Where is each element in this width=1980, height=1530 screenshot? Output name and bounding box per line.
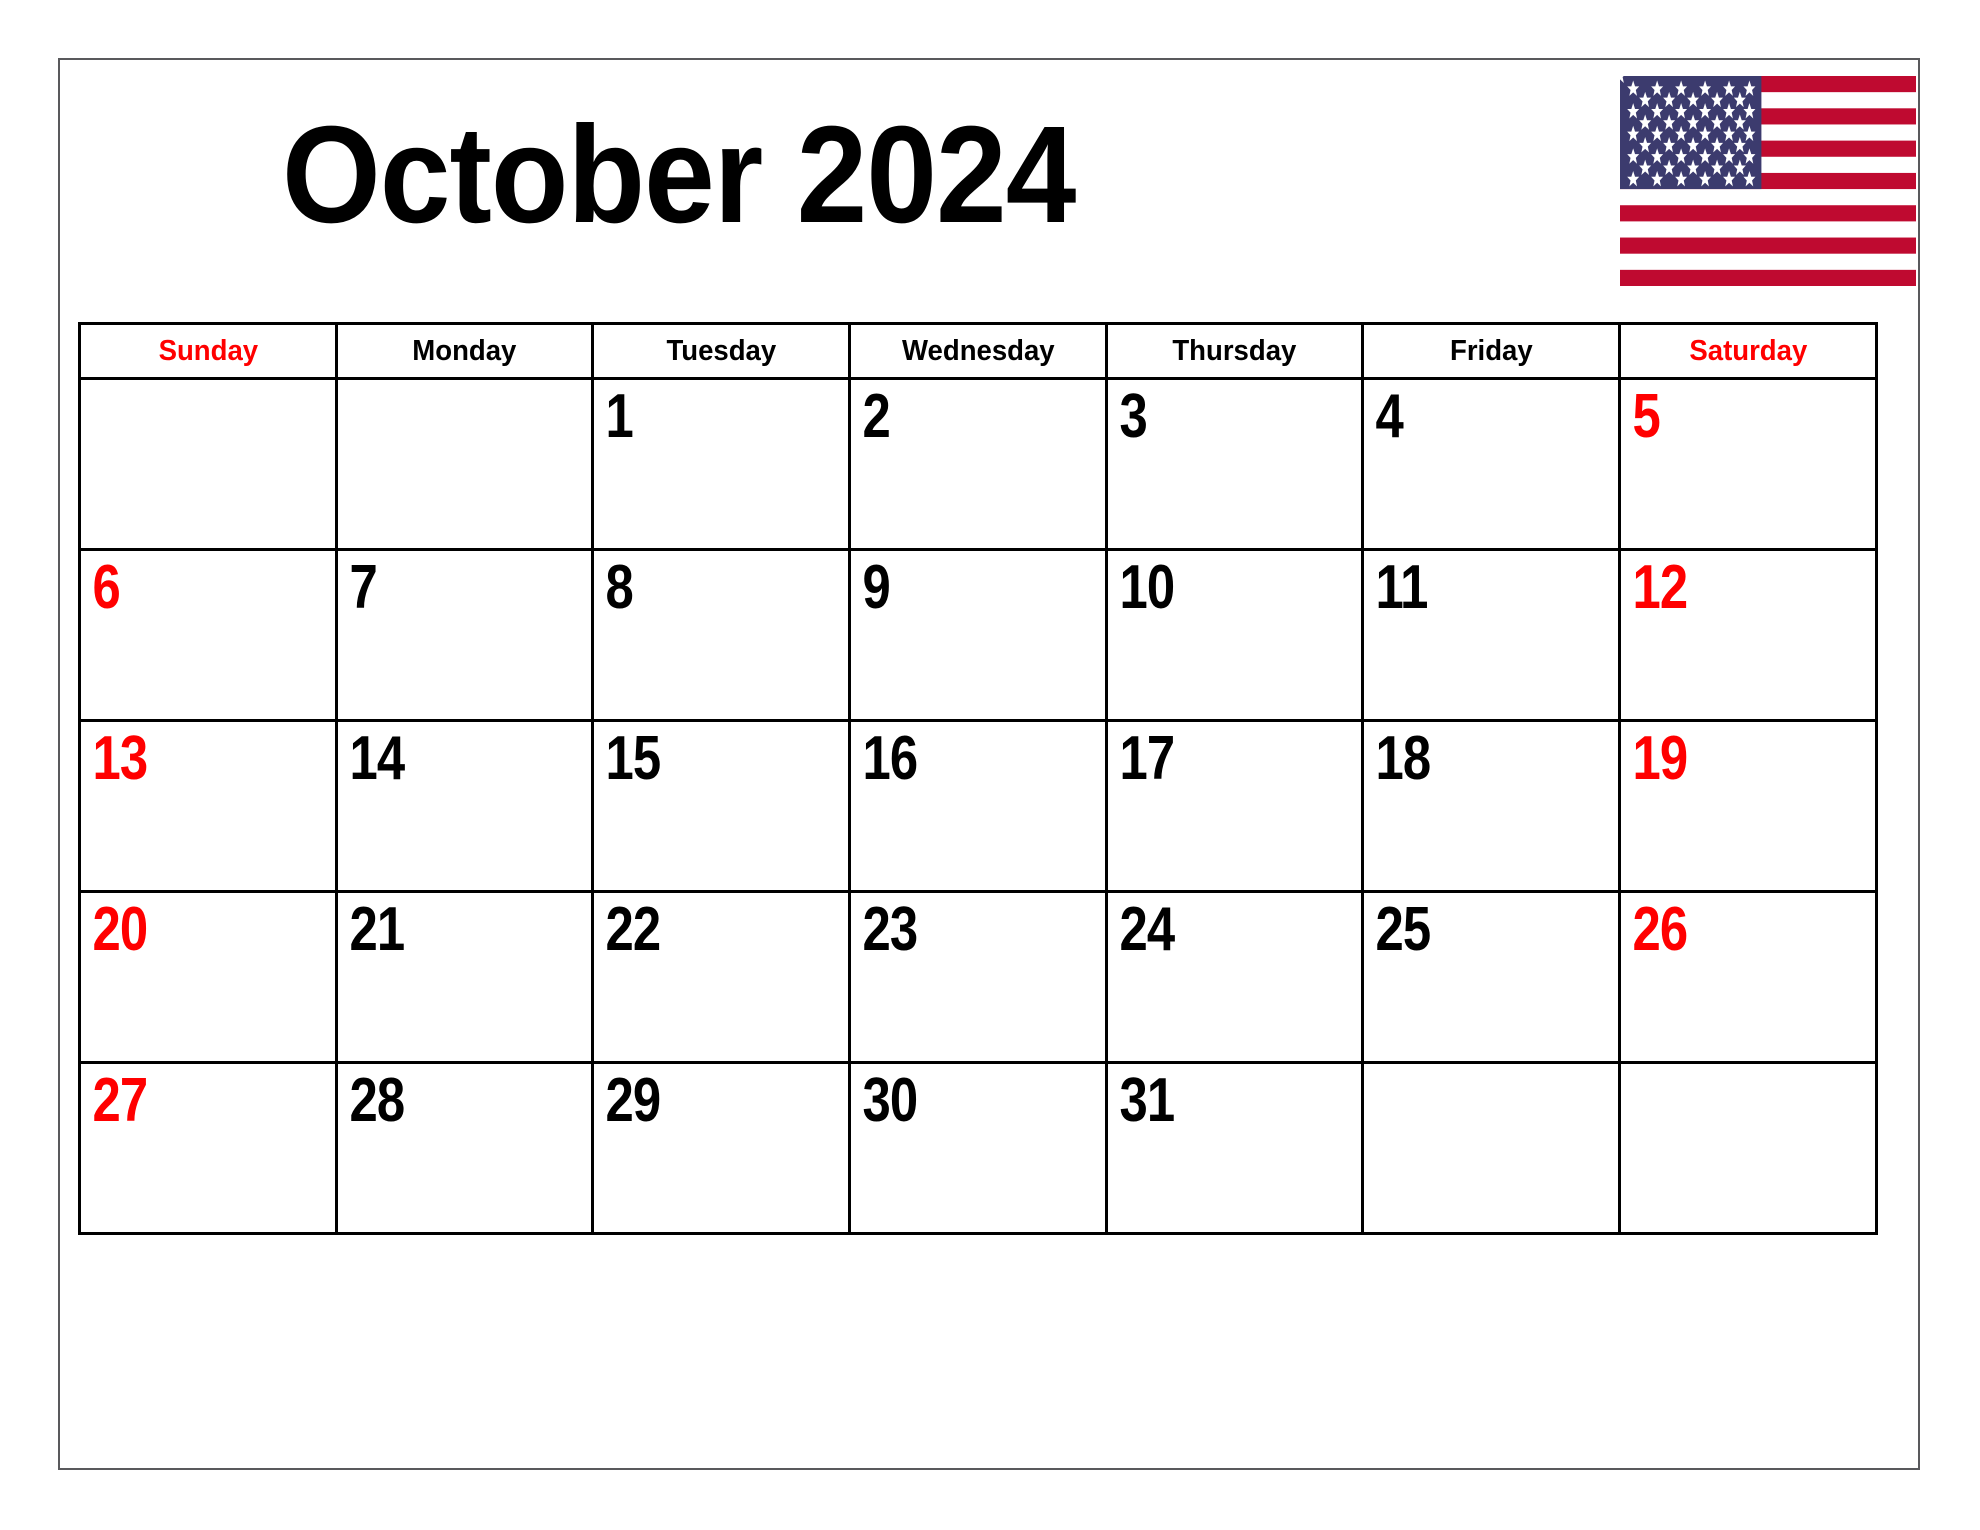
day-number: 11 xyxy=(1375,553,1429,622)
day-number xyxy=(81,380,289,388)
calendar-empty-cell[interactable] xyxy=(334,377,595,551)
calendar-day-cell[interactable]: 27 xyxy=(78,1061,338,1235)
calendar-header-band: October 2024 xyxy=(60,60,1918,308)
calendar-weeks: 1 2 3 4 5 6 7 8 9 10 11 12 13 14 15 16 17 18 19 20 21 22 23 24 2… xyxy=(78,377,1878,1235)
calendar-week-row: 6 7 8 9 10 11 12 xyxy=(78,548,1878,722)
day-number: 16 xyxy=(862,724,919,793)
weekday-header-monday: Monday xyxy=(341,322,588,380)
calendar-day-cell[interactable]: 9 xyxy=(848,548,1108,722)
calendar-day-cell[interactable]: 17 xyxy=(1104,719,1365,893)
calendar-week-row: 13 14 15 16 17 18 19 xyxy=(78,719,1878,893)
day-number: 3 xyxy=(1119,382,1147,451)
day-number: 30 xyxy=(862,1066,919,1135)
calendar-day-cell[interactable]: 10 xyxy=(1104,548,1365,722)
calendar-day-cell[interactable]: 3 xyxy=(1104,377,1365,551)
day-number: 25 xyxy=(1375,895,1432,964)
day-number: 6 xyxy=(92,553,120,622)
day-number: 31 xyxy=(1119,1066,1175,1135)
calendar-day-cell[interactable]: 22 xyxy=(591,890,852,1064)
calendar-day-cell[interactable]: 12 xyxy=(1618,548,1878,722)
day-number: 27 xyxy=(92,1066,148,1135)
day-number: 14 xyxy=(349,724,405,793)
calendar-week-row: 27 28 29 30 31 xyxy=(78,1061,1878,1235)
weekday-header-friday: Friday xyxy=(1367,322,1615,380)
calendar-day-cell[interactable]: 24 xyxy=(1104,890,1365,1064)
united-states-flag-icon xyxy=(1620,76,1916,286)
calendar-day-cell[interactable]: 30 xyxy=(848,1061,1108,1235)
calendar-weekday-header-row: Sunday Monday Tuesday Wednesday Thursday Frid… xyxy=(80,322,1877,380)
calendar-empty-cell[interactable] xyxy=(78,377,338,551)
day-number: 17 xyxy=(1119,724,1175,793)
day-number: 7 xyxy=(349,553,377,622)
calendar-day-cell[interactable]: 20 xyxy=(78,890,338,1064)
calendar-day-cell[interactable]: 18 xyxy=(1361,719,1622,893)
calendar-day-cell[interactable]: 6 xyxy=(78,548,338,722)
calendar-day-cell[interactable]: 21 xyxy=(334,890,595,1064)
day-number: 2 xyxy=(862,382,891,451)
weekday-header-wednesday: Wednesday xyxy=(854,322,1102,380)
calendar-day-cell[interactable]: 31 xyxy=(1104,1061,1365,1235)
day-number: 29 xyxy=(605,1066,662,1135)
day-number: 1 xyxy=(605,382,634,451)
day-number: 10 xyxy=(1119,553,1175,622)
day-number: 15 xyxy=(605,724,662,793)
calendar-day-cell[interactable]: 4 xyxy=(1361,377,1622,551)
calendar-week-row: 1 2 3 4 5 xyxy=(78,377,1878,551)
calendar-day-cell[interactable]: 5 xyxy=(1618,377,1878,551)
calendar-day-cell[interactable]: 19 xyxy=(1618,719,1878,893)
day-number: 13 xyxy=(92,724,148,793)
calendar-day-cell[interactable]: 26 xyxy=(1618,890,1878,1064)
day-number: 18 xyxy=(1375,724,1432,793)
calendar-day-cell[interactable]: 25 xyxy=(1361,890,1622,1064)
day-number: 28 xyxy=(349,1066,405,1135)
day-number: 8 xyxy=(605,553,634,622)
calendar-day-cell[interactable]: 1 xyxy=(591,377,852,551)
calendar-day-cell[interactable]: 13 xyxy=(78,719,338,893)
day-number: 19 xyxy=(1632,724,1689,793)
day-number: 9 xyxy=(862,553,891,622)
calendar-day-cell[interactable]: 2 xyxy=(848,377,1108,551)
calendar-empty-cell[interactable] xyxy=(1618,1061,1878,1235)
calendar-day-cell[interactable]: 7 xyxy=(334,548,595,722)
calendar-day-cell[interactable]: 15 xyxy=(591,719,852,893)
day-number: 26 xyxy=(1632,895,1689,964)
day-number: 21 xyxy=(349,895,405,964)
day-number xyxy=(338,380,546,388)
day-number: 5 xyxy=(1632,382,1661,451)
calendar-day-cell[interactable]: 8 xyxy=(591,548,852,722)
calendar-empty-cell[interactable] xyxy=(1361,1061,1622,1235)
weekday-header-sunday: Sunday xyxy=(84,322,332,380)
calendar-day-cell[interactable]: 29 xyxy=(591,1061,852,1235)
calendar-grid: Sunday Monday Tuesday Wednesday Thursday Frid… xyxy=(78,322,1878,1235)
day-number xyxy=(1364,1064,1572,1072)
weekday-header-tuesday: Tuesday xyxy=(597,322,845,380)
day-number xyxy=(1621,1064,1829,1072)
day-number: 22 xyxy=(605,895,662,964)
day-number: 12 xyxy=(1632,553,1689,622)
calendar-page: October 2024 Sunday Monday Tuesday Wedne… xyxy=(58,58,1920,1470)
calendar-day-cell[interactable]: 14 xyxy=(334,719,595,893)
day-number: 4 xyxy=(1375,382,1404,451)
day-number: 23 xyxy=(862,895,919,964)
calendar-week-row: 20 21 22 23 24 25 26 xyxy=(78,890,1878,1064)
weekday-header-saturday: Saturday xyxy=(1624,322,1872,380)
calendar-day-cell[interactable]: 16 xyxy=(848,719,1108,893)
calendar-day-cell[interactable]: 28 xyxy=(334,1061,595,1235)
weekday-header-thursday: Thursday xyxy=(1111,322,1358,380)
calendar-day-cell[interactable]: 11 xyxy=(1361,548,1622,722)
calendar-day-cell[interactable]: 23 xyxy=(848,890,1108,1064)
day-number: 20 xyxy=(92,895,148,964)
day-number: 24 xyxy=(1119,895,1175,964)
page-title: October 2024 xyxy=(282,98,1076,252)
